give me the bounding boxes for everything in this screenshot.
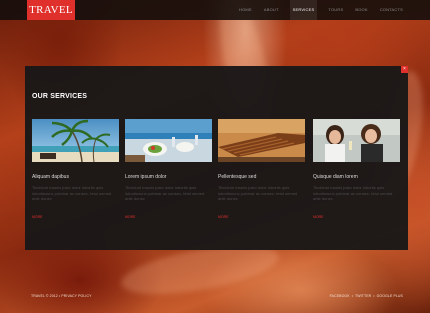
card-title: Aliquam dapibus [32, 174, 69, 180]
nav-home[interactable]: HOME [238, 0, 253, 20]
footer-social: FACEBOOK • TWITTER • GOOGLE PLUS [330, 294, 403, 298]
separator: • [351, 294, 354, 298]
more-link[interactable]: MORE [218, 215, 229, 219]
card-title: Quisque diam lorem [313, 174, 358, 180]
card-title: Lorem ipsum dolor [125, 174, 167, 180]
card-text: Tincidunt mauris justo dolor lobortis qu… [125, 185, 205, 201]
nav-book[interactable]: BOOK [354, 0, 368, 20]
more-link[interactable]: MORE [125, 215, 136, 219]
main-nav: HOME ABOUT SERVICES TOURS BOOK CONTACTS [238, 0, 404, 20]
service-card-4: Quisque diam lorem Tincidunt mauris just… [313, 119, 400, 219]
card-text: Tincidunt mauris justo dolor lobortis qu… [313, 185, 393, 201]
separator: • [373, 294, 375, 298]
footer-copyright[interactable]: TRAVEL © 2012 • PRIVACY POLICY [31, 294, 92, 298]
nav-about[interactable]: ABOUT [263, 0, 280, 20]
facebook-link[interactable]: FACEBOOK [330, 294, 350, 298]
site-logo[interactable]: TRAVEL [27, 0, 75, 20]
palm-beach-image [32, 119, 119, 162]
restaurant-table-image [125, 119, 212, 162]
twitter-link[interactable]: TWITTER [355, 294, 371, 298]
close-button[interactable]: × [401, 66, 408, 73]
nav-services[interactable]: SERVICES [289, 0, 318, 20]
card-title: Pellentesque sed [218, 174, 257, 180]
nav-contacts[interactable]: CONTACTS [379, 0, 404, 20]
top-bar: TRAVEL HOME ABOUT SERVICES TOURS BOOK CO… [0, 0, 430, 20]
deck-chairs-image [218, 119, 305, 162]
card-text: Tincidunt mauris justo dolor lobortis qu… [218, 185, 298, 201]
services-panel: × OUR SERVICES Aliquam dapibus Tincidunt… [25, 66, 408, 250]
more-link[interactable]: MORE [313, 215, 324, 219]
nav-tours[interactable]: TOURS [327, 0, 344, 20]
more-link[interactable]: MORE [32, 215, 43, 219]
women-drinks-image [313, 119, 400, 162]
google-plus-link[interactable]: GOOGLE PLUS [377, 294, 403, 298]
service-card-3: Pellentesque sed Tincidunt mauris justo … [218, 119, 305, 219]
card-text: Tincidunt mauris justo dolor lobortis qu… [32, 185, 112, 201]
service-card-2: Lorem ipsum dolor Tincidunt mauris justo… [125, 119, 212, 219]
panel-title: OUR SERVICES [32, 93, 88, 100]
service-card-1: Aliquam dapibus Tincidunt mauris justo d… [32, 119, 119, 219]
